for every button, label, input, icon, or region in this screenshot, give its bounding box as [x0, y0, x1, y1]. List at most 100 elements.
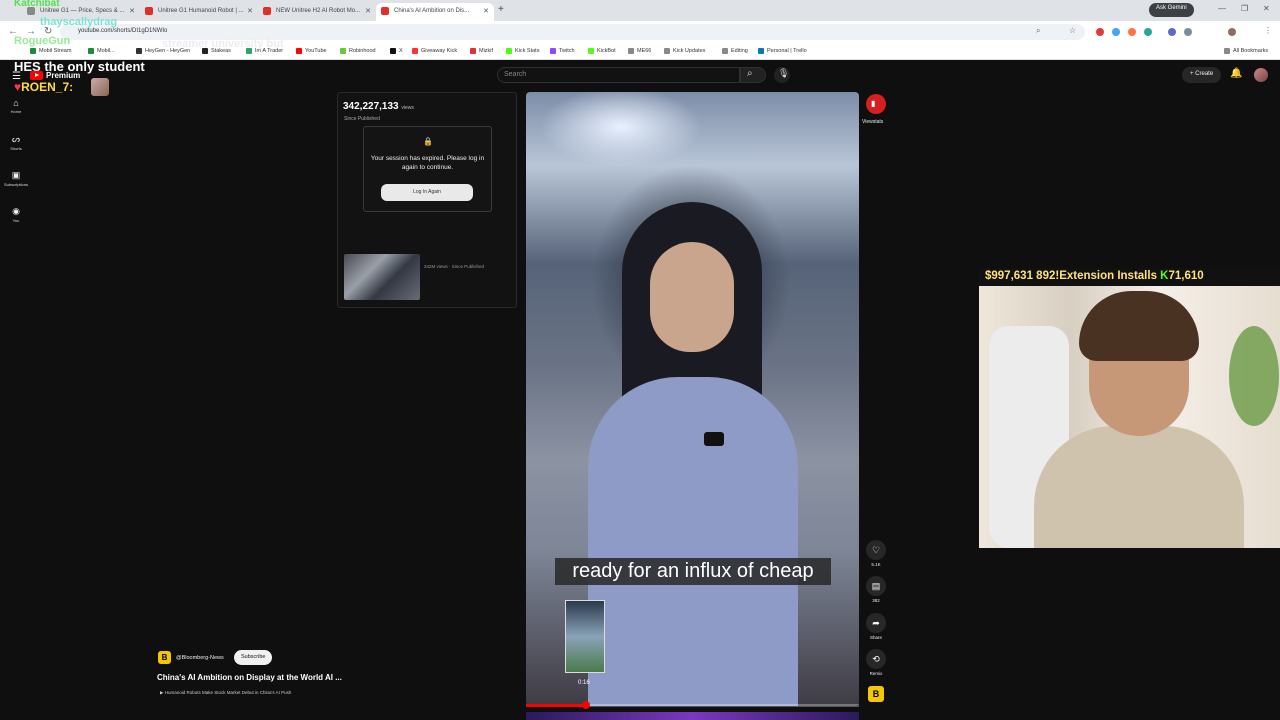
kick-count: 71,610: [1168, 270, 1204, 282]
extension-icon[interactable]: [1168, 28, 1176, 36]
heart-icon: ♡: [866, 540, 886, 560]
user-avatar[interactable]: [1254, 68, 1268, 82]
viewstats-chart-icon: ▮: [871, 99, 876, 108]
close-tab-icon[interactable]: ✕: [365, 7, 371, 15]
bookmark-item[interactable]: Mobil Stream: [30, 48, 71, 54]
extension-icon[interactable]: [1144, 28, 1152, 36]
youtube-favicon-icon: [263, 7, 271, 15]
bookmark-star-icon[interactable]: ☆: [1069, 26, 1076, 35]
progress-scrubber-handle[interactable]: [581, 701, 590, 709]
channel-name[interactable]: @Bloomberg-News: [176, 655, 224, 661]
bookmark-item[interactable]: Kick Updates: [664, 48, 705, 54]
view-count-unit: views: [401, 105, 414, 111]
url-text[interactable]: youtube.com/shorts/DI1gD1NWIo: [78, 28, 167, 34]
video-title[interactable]: China's AI Ambition on Display at the Wo…: [157, 673, 342, 682]
scrub-time: 0:16: [578, 680, 590, 686]
youtube-favicon-icon: [381, 7, 389, 15]
comment-count: 382: [872, 598, 880, 603]
browser-tab-active[interactable]: China's AI Ambition on Dis... ✕: [376, 3, 494, 21]
nav-you[interactable]: ◉ You: [2, 206, 30, 223]
all-bookmarks-button[interactable]: All Bookmarks: [1224, 48, 1268, 54]
stream-overlay-text: streamer university but: [162, 38, 284, 50]
webcam-stats-text: $997,631 892!Extension Installs K71,610: [985, 270, 1204, 282]
nav-subscriptions[interactable]: ▣ Subscriptions: [2, 170, 30, 187]
video-subtitle-link[interactable]: ▶ Humanoid Robots Make Stock Market Debu…: [160, 690, 291, 696]
video-caption: ready for an influx of cheap: [555, 558, 831, 585]
bookmark-item[interactable]: Twitch: [550, 48, 575, 54]
bookmark-item[interactable]: ME66: [628, 48, 651, 54]
search-input[interactable]: [497, 67, 740, 83]
view-count: 342,227,133 views: [343, 101, 414, 112]
channel-badge[interactable]: B: [158, 651, 171, 664]
scrub-preview-thumbnail: [565, 600, 605, 673]
lapel-microphone: [704, 432, 724, 446]
browser-tab[interactable]: Unitree G1 Humanoid Robot | ... ✕: [140, 3, 258, 21]
like-count: 5.1K: [871, 562, 881, 567]
bookmark-item[interactable]: Editing: [722, 48, 748, 54]
comments-button[interactable]: ▤ 382: [866, 576, 886, 603]
close-window-icon[interactable]: ✕: [1263, 4, 1270, 13]
next-short-preview[interactable]: [526, 712, 859, 720]
search-button[interactable]: [740, 67, 766, 83]
thumbnail-views-label: 342M views · Since Published: [424, 264, 485, 269]
bookmark-item[interactable]: X: [390, 48, 403, 54]
new-tab-button[interactable]: +: [498, 4, 504, 15]
share-label: Share: [869, 635, 882, 640]
webcam-person-hair: [1079, 291, 1199, 361]
notifications-bell-icon[interactable]: 🔔: [1230, 68, 1242, 79]
tab-label: NEW Unitree H2 AI Robot Mo...: [276, 8, 361, 14]
nav-label: Shorts: [10, 146, 22, 151]
tab-label: Unitree G1 Humanoid Robot | ...: [158, 8, 244, 14]
create-button[interactable]: + Create: [1182, 67, 1222, 83]
extension-icon[interactable]: [1096, 28, 1104, 36]
bookmark-item[interactable]: Personal | Trello: [758, 48, 807, 54]
webcam-plant: [1229, 326, 1279, 426]
bookmark-item[interactable]: KickBot: [588, 48, 616, 54]
log-in-again-button[interactable]: Log In Again: [381, 184, 473, 201]
bookmark-item[interactable]: Kick Stats: [506, 48, 539, 54]
channel-avatar[interactable]: B: [868, 686, 884, 702]
subscribe-button[interactable]: Subscribe: [234, 650, 273, 665]
share-button[interactable]: ➦ Share: [866, 613, 886, 640]
browser-tab[interactable]: NEW Unitree H2 AI Robot Mo... ✕: [258, 3, 376, 21]
close-tab-icon[interactable]: ✕: [483, 7, 489, 15]
profile-avatar[interactable]: [1228, 28, 1236, 36]
view-count-number: 342,227,133: [343, 101, 399, 112]
remix-button[interactable]: ⟲ Remix: [866, 649, 886, 676]
like-button[interactable]: ♡ 5.1K: [866, 540, 886, 567]
bookmark-item[interactable]: Robinhood: [340, 48, 376, 54]
extension-icon[interactable]: [1184, 28, 1192, 36]
video-thumbnail[interactable]: [344, 254, 420, 300]
extension-icon[interactable]: [1128, 28, 1136, 36]
streamer-webcam: [979, 286, 1280, 548]
progress-bar-fill: [526, 704, 586, 707]
donation-amount: $997,631: [985, 270, 1033, 282]
extension-icon[interactable]: [1112, 28, 1120, 36]
close-tab-icon[interactable]: ✕: [129, 7, 135, 15]
zoom-icon[interactable]: ⌕: [1036, 26, 1040, 36]
create-label: Create: [1195, 71, 1214, 77]
microphone-icon: 🎙: [778, 68, 790, 78]
youtube-favicon-icon: [145, 7, 153, 15]
nav-shorts[interactable]: ᔕ Shorts: [2, 134, 30, 151]
maximize-icon[interactable]: ❐: [1241, 4, 1248, 13]
nav-home[interactable]: ⌂ Home: [2, 98, 30, 114]
browser-menu-icon[interactable]: ⋮: [1264, 26, 1272, 35]
close-tab-icon[interactable]: ✕: [247, 7, 253, 15]
bookmark-item[interactable]: YouTube: [296, 48, 327, 54]
bookmark-item[interactable]: Mobil...: [88, 48, 115, 54]
ask-gemini-button[interactable]: Ask Gemini: [1149, 3, 1194, 17]
viewstats-button[interactable]: [866, 94, 886, 114]
nav-label: Home: [10, 109, 22, 114]
tab-label: China's AI Ambition on Dis...: [394, 8, 470, 14]
remix-icon: ⟲: [866, 649, 886, 669]
minimize-icon[interactable]: —: [1218, 4, 1226, 13]
stream-overlay-text: RogueGun: [14, 35, 71, 47]
viewstats-label: Viewstats: [862, 119, 884, 125]
you-icon: ◉: [12, 206, 20, 216]
bookmark-item[interactable]: Giveaway Kick: [412, 48, 457, 54]
lock-icon: 🔒: [423, 137, 433, 146]
shorts-icon: ᔕ: [11, 134, 21, 144]
chat-username: ROEN_7:: [21, 80, 74, 94]
bookmark-item[interactable]: Mizkif: [470, 48, 493, 54]
